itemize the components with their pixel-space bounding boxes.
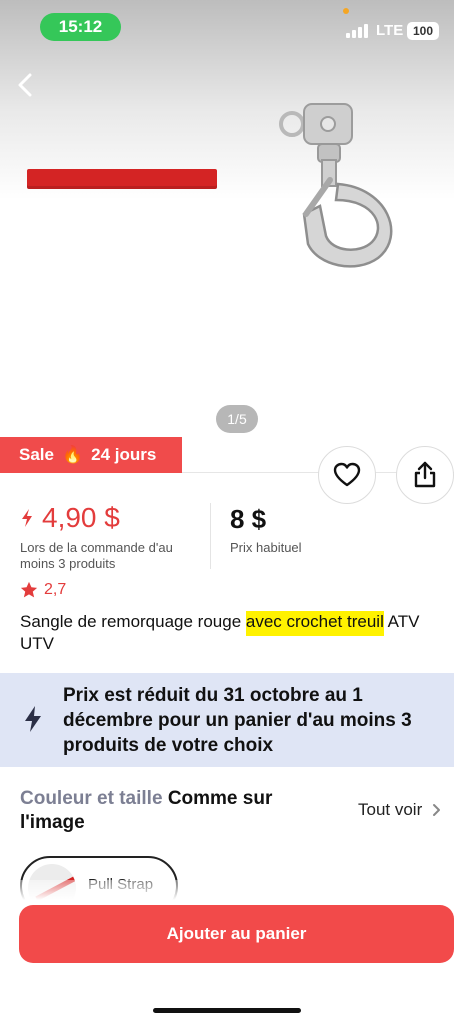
cell-signal-icon [346, 24, 370, 38]
network-type: LTE [376, 22, 404, 39]
image-pager: 1/5 [216, 405, 258, 433]
sale-banner: Sale 🔥 24 jours [0, 437, 182, 473]
home-indicator[interactable] [153, 1008, 301, 1013]
rating[interactable]: 2,7 [20, 581, 66, 599]
back-chevron-icon[interactable] [8, 68, 42, 102]
battery-icon: 100 [407, 22, 439, 40]
product-image-strap [27, 169, 217, 189]
product-title-highlight: avec crochet treuil [245, 611, 384, 636]
options-label-prefix: Couleur et taille [20, 788, 163, 809]
current-price-note: Lors de la commande d'au moins 3 produit… [20, 540, 173, 571]
favorite-button[interactable] [318, 446, 376, 504]
promo-text: Prix est réduit du 31 octobre au 1 décem… [63, 685, 412, 756]
price-divider [210, 503, 211, 569]
privacy-indicator-dot [343, 8, 349, 14]
product-image-hook [279, 103, 393, 268]
add-to-cart-button[interactable]: Ajouter au panier [19, 905, 454, 963]
heart-icon [333, 462, 361, 487]
product-title: Sangle de remorquage rouge avec crochet … [20, 611, 440, 655]
current-price-value: 4,90 $ [42, 502, 120, 533]
chevron-right-icon [433, 804, 441, 816]
product-image-gallery[interactable]: 1/5 [0, 0, 454, 440]
fire-icon: 🔥 [61, 445, 84, 464]
see-all-label: Tout voir [358, 800, 423, 819]
lightning-icon [22, 509, 32, 527]
sale-days: 24 jours [91, 445, 157, 464]
status-bar: 15:12 LTE 100 [0, 0, 454, 54]
regular-price-value: 8 $ [230, 504, 267, 534]
share-button[interactable] [396, 446, 454, 504]
promo-banner: Prix est réduit du 31 octobre au 1 décem… [0, 673, 454, 767]
current-price: 4,90 $ [20, 502, 120, 534]
product-page: 1/5 15:12 LTE 100 Sale 🔥 24 jours 4,90 $… [0, 0, 454, 1024]
see-all-link[interactable]: Tout voir [358, 800, 441, 820]
options-label: Couleur et taille Comme sur l'image [20, 787, 280, 835]
lightning-icon [25, 706, 41, 732]
rating-value: 2,7 [44, 581, 67, 598]
product-title-part1: Sangle de remorquage rouge [20, 612, 246, 631]
regular-price-label: Prix habituel [230, 540, 302, 555]
star-icon [20, 581, 38, 598]
status-time: 15:12 [40, 13, 121, 41]
sale-label: Sale [19, 445, 54, 464]
share-icon [414, 461, 436, 488]
